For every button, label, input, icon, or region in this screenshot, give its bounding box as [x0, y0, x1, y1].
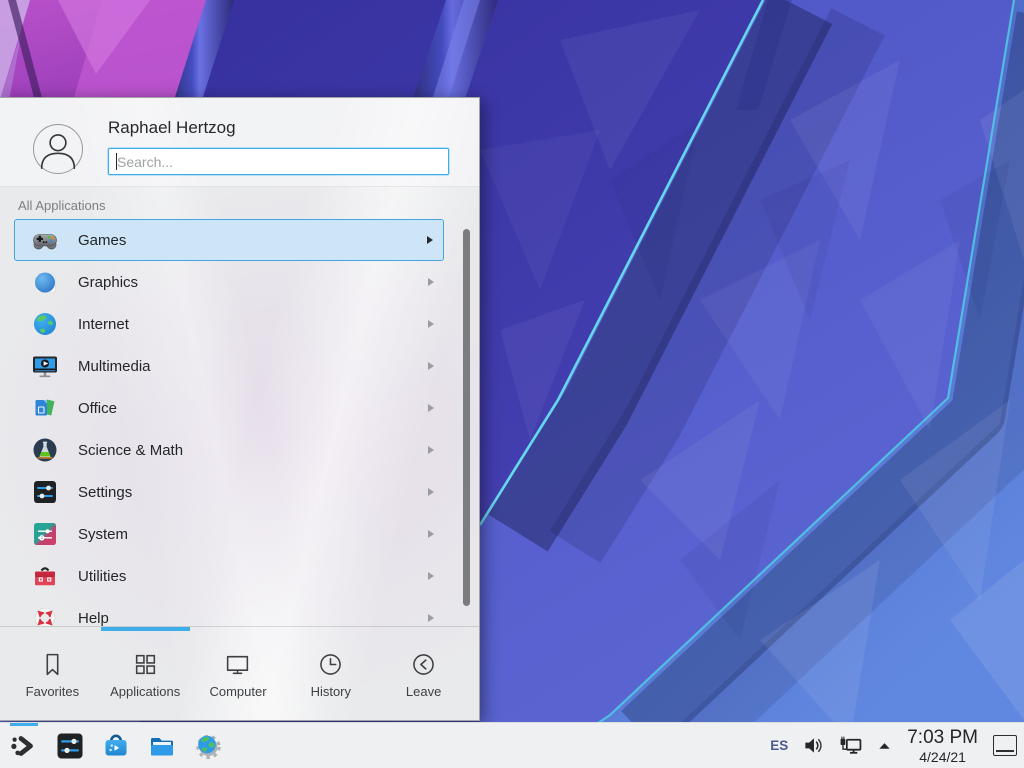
discover-store-icon	[101, 731, 131, 761]
app-launcher-button[interactable]	[8, 730, 40, 762]
volume-icon[interactable]	[803, 735, 824, 756]
category-list: Games Graphics	[0, 219, 479, 626]
category-utilities[interactable]: Utilities	[14, 555, 444, 597]
submenu-arrow-icon	[428, 446, 434, 454]
clock-date: 4/24/21	[907, 750, 978, 764]
file-manager-icon	[147, 731, 177, 761]
submenu-arrow-icon	[428, 320, 434, 328]
network-icon[interactable]	[839, 736, 862, 755]
category-label: Internet	[78, 316, 129, 333]
submenu-arrow-icon	[428, 362, 434, 370]
sliders-dark-icon	[31, 478, 59, 506]
kde-kickoff-icon	[9, 731, 39, 761]
category-science-math[interactable]: Science & Math	[14, 429, 444, 471]
category-label: Multimedia	[78, 358, 151, 375]
category-label: Settings	[78, 484, 132, 501]
submenu-arrow-icon	[427, 236, 433, 244]
application-launcher: Raphael Hertzog All Applications	[0, 97, 480, 721]
flask-icon	[31, 436, 59, 464]
system-tray: ES 7:03 PM 4/24/21	[770, 723, 978, 768]
user-name: Raphael Hertzog	[108, 118, 236, 138]
tab-computer[interactable]: Computer	[192, 632, 285, 718]
category-label: Help	[78, 610, 109, 627]
submenu-arrow-icon	[428, 488, 434, 496]
launcher-active-indicator	[10, 723, 38, 726]
tab-favorites[interactable]: Favorites	[6, 632, 99, 718]
monitor-icon	[224, 651, 251, 678]
paint-sphere-icon	[31, 268, 59, 296]
documents-icon	[31, 394, 59, 422]
file-manager-button[interactable]	[146, 730, 178, 762]
system-settings-icon	[55, 731, 85, 761]
section-label: All Applications	[18, 198, 105, 213]
category-office[interactable]: Office	[14, 387, 444, 429]
expand-tray-icon[interactable]	[877, 738, 892, 753]
category-system[interactable]: System	[14, 513, 444, 555]
search-input[interactable]	[108, 148, 449, 175]
system-settings-button[interactable]	[54, 730, 86, 762]
media-player-icon	[31, 352, 59, 380]
sliders-color-icon	[31, 520, 59, 548]
user-avatar[interactable]	[33, 124, 83, 174]
category-multimedia[interactable]: Multimedia	[14, 345, 444, 387]
web-browser-button[interactable]	[192, 730, 224, 762]
tab-leave[interactable]: Leave	[377, 632, 470, 718]
category-label: Games	[78, 232, 126, 249]
tab-separator	[0, 626, 479, 627]
keyboard-layout-indicator[interactable]: ES	[770, 738, 788, 753]
category-settings[interactable]: Settings	[14, 471, 444, 513]
window-line	[996, 750, 1014, 752]
search-field-wrap	[108, 148, 449, 175]
show-desktop-button[interactable]	[993, 735, 1017, 756]
submenu-arrow-icon	[428, 278, 434, 286]
bookmark-icon	[39, 651, 66, 678]
category-games[interactable]: Games	[14, 219, 444, 261]
digital-clock[interactable]: 7:03 PM 4/24/21	[907, 728, 978, 764]
text-cursor	[116, 153, 117, 170]
category-label: Science & Math	[78, 442, 183, 459]
category-internet[interactable]: Internet	[14, 303, 444, 345]
category-help[interactable]: Help	[14, 597, 444, 626]
category-label: Graphics	[78, 274, 138, 291]
scrollbar[interactable]	[463, 229, 470, 606]
category-graphics[interactable]: Graphics	[14, 261, 444, 303]
submenu-arrow-icon	[428, 614, 434, 622]
desktop: Raphael Hertzog All Applications	[0, 0, 1024, 768]
tab-bar: Favorites Applications Computer History	[6, 632, 470, 718]
category-label: System	[78, 526, 128, 543]
toolbox-icon	[31, 562, 59, 590]
category-label: Office	[78, 400, 117, 417]
active-tab-indicator	[101, 627, 190, 631]
tab-history[interactable]: History	[284, 632, 377, 718]
globe-icon	[31, 310, 59, 338]
gamepad-icon	[31, 226, 59, 254]
submenu-arrow-icon	[428, 572, 434, 580]
taskbar: ES 7:03 PM 4/24/21	[0, 722, 1024, 768]
taskbar-apps	[8, 730, 224, 762]
clock-icon	[317, 651, 344, 678]
discover-store-button[interactable]	[100, 730, 132, 762]
clock-time: 7:03 PM	[907, 728, 978, 747]
person-icon	[34, 125, 82, 173]
tab-applications[interactable]: Applications	[99, 632, 192, 718]
category-label: Utilities	[78, 568, 126, 585]
app-grid-icon	[132, 651, 159, 678]
exit-icon	[410, 651, 437, 678]
submenu-arrow-icon	[428, 404, 434, 412]
lifebuoy-icon	[31, 604, 59, 626]
submenu-arrow-icon	[428, 530, 434, 538]
web-browser-icon	[193, 731, 223, 761]
